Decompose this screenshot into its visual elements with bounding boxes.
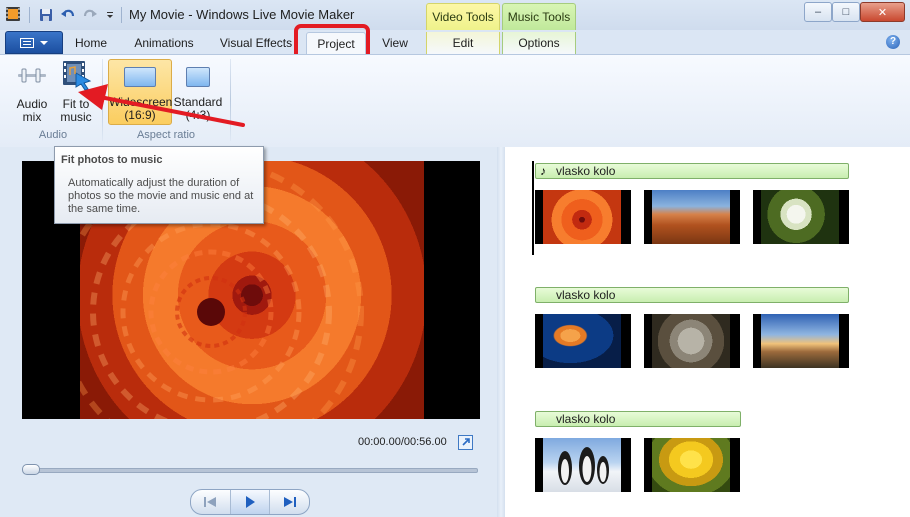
pane-splitter[interactable]: [497, 147, 505, 517]
standard-screen-icon: [186, 67, 210, 87]
widescreen-label: Widescreen (16:9): [109, 95, 173, 122]
customize-toolbar-chevron-icon[interactable]: [101, 6, 119, 24]
tab-animations[interactable]: Animations: [126, 32, 202, 54]
close-button[interactable]: ✕: [860, 2, 905, 22]
music-track-label: vlasko kolo: [556, 288, 616, 302]
fit-to-music-tooltip: Fit photos to music Automatically adjust…: [54, 146, 264, 224]
playhead-cursor: [532, 161, 534, 255]
thumbnail-image: [652, 314, 730, 368]
tab-edit[interactable]: Edit: [426, 32, 500, 54]
thumbnail-image: [543, 314, 621, 368]
window-title: My Movie - Windows Live Movie Maker: [129, 7, 355, 22]
chevron-down-icon: [40, 40, 48, 45]
menu-icon: [20, 37, 34, 48]
fit-to-music-label: Fit to music: [60, 97, 92, 124]
maximize-button[interactable]: □: [832, 2, 860, 22]
ribbon-group-separator: [102, 59, 103, 141]
music-track-label: vlasko kolo: [556, 412, 616, 426]
audio-group-label: Audio: [38, 129, 68, 141]
audio-mix-label: Audio mix: [16, 97, 48, 124]
audio-mix-slider-icon: [18, 68, 46, 83]
tooltip-body: Automatically adjust the duration of pho…: [68, 177, 254, 215]
music-track-bar[interactable]: vlasko kolo: [535, 287, 849, 303]
playback-controls: [190, 489, 310, 515]
minimize-button[interactable]: –: [804, 2, 832, 22]
seek-thumb[interactable]: [22, 464, 40, 475]
quick-access-separator: [29, 7, 30, 23]
playback-time: 00:00.00/00:56.00: [358, 436, 447, 448]
tab-view[interactable]: View: [374, 32, 416, 54]
music-tools-context-header: Music Tools: [502, 3, 576, 31]
aspect-ratio-group-label: Aspect ratio: [136, 129, 196, 141]
clip-thumbnail-tulips[interactable]: [644, 438, 740, 492]
clip-thumbnail-penguins[interactable]: [535, 438, 631, 492]
seek-bar[interactable]: [24, 468, 478, 473]
play-icon[interactable]: [229, 490, 271, 514]
tab-home[interactable]: Home: [68, 32, 114, 54]
ribbon-panel: Audio mix Fit to music Audio Widescreen …: [0, 54, 910, 148]
storyboard-pane: ♪ vlasko kolo vlasko kolo vlasko kolo: [505, 147, 910, 517]
clip-thumbnail-desert[interactable]: [644, 190, 740, 244]
penguins-art: [558, 447, 609, 485]
application-menu-button[interactable]: [5, 31, 63, 54]
undo-icon[interactable]: [59, 6, 77, 24]
thumbnail-image: [543, 190, 621, 244]
clip-thumbnail-hydrangeas[interactable]: [753, 190, 849, 244]
thumbnail-image: [761, 314, 839, 368]
standard-label: Standard (4:3): [173, 95, 223, 122]
thumbnail-image: [761, 190, 839, 244]
standard-button[interactable]: Standard (4:3): [172, 59, 224, 122]
music-note-icon: ♪: [540, 164, 546, 178]
clip-thumbnail-chrysanthemum[interactable]: [535, 190, 631, 244]
redo-icon[interactable]: [81, 6, 99, 24]
help-icon[interactable]: ?: [886, 35, 900, 49]
fit-to-music-icon: [63, 61, 92, 91]
widescreen-icon: [124, 67, 156, 87]
music-track-bar[interactable]: ♪ vlasko kolo: [535, 163, 849, 179]
previous-frame-icon[interactable]: [191, 490, 230, 514]
music-track-bar[interactable]: vlasko kolo: [535, 411, 741, 427]
audio-mix-button[interactable]: Audio mix: [12, 59, 52, 124]
clip-thumbnail-koala[interactable]: [644, 314, 740, 368]
ribbon-tab-row: Home Animations Visual Effects Project V…: [0, 30, 910, 56]
title-separator: [121, 7, 122, 23]
thumbnail-image: [652, 438, 730, 492]
clip-thumbnail-jellyfish[interactable]: [535, 314, 631, 368]
save-icon[interactable]: [37, 6, 55, 24]
clip-thumbnail-lighthouse[interactable]: [753, 314, 849, 368]
movie-maker-app-icon[interactable]: [5, 6, 21, 22]
music-track-label: vlasko kolo: [556, 164, 616, 178]
title-bar: My Movie - Windows Live Movie Maker Vide…: [0, 0, 910, 31]
tab-options[interactable]: Options: [502, 32, 576, 54]
next-frame-icon[interactable]: [270, 490, 309, 514]
widescreen-button[interactable]: Widescreen (16:9): [108, 59, 172, 125]
tooltip-title: Fit photos to music: [61, 154, 163, 166]
thumbnail-image: [652, 190, 730, 244]
fit-to-music-button[interactable]: Fit to music: [56, 59, 96, 124]
ribbon-group-separator-2: [230, 59, 231, 141]
fullscreen-expand-icon[interactable]: [458, 435, 473, 450]
tab-visual-effects[interactable]: Visual Effects: [214, 32, 298, 54]
video-tools-context-header: Video Tools: [426, 3, 500, 31]
